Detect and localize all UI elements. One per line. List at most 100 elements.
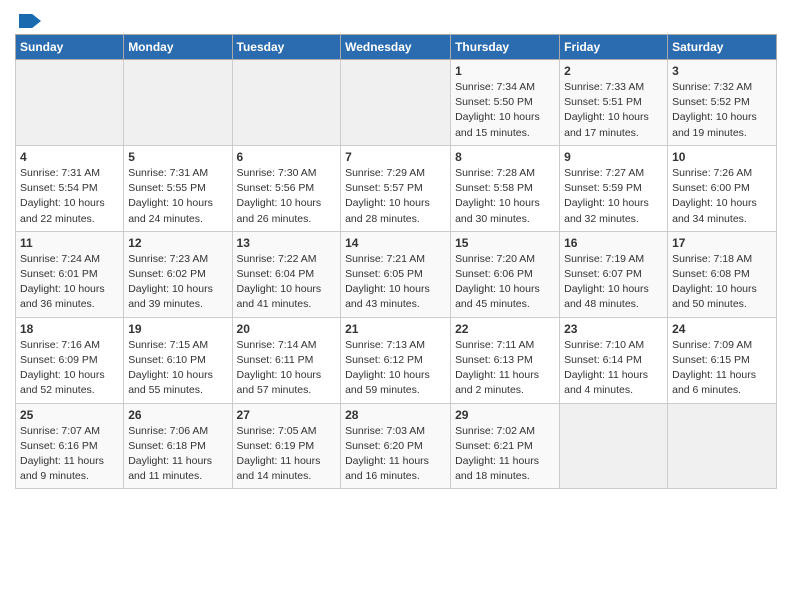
day-info: Sunrise: 7:06 AM Sunset: 6:18 PM Dayligh… (128, 424, 227, 485)
day-info: Sunrise: 7:24 AM Sunset: 6:01 PM Dayligh… (20, 252, 119, 313)
day-info: Sunrise: 7:33 AM Sunset: 5:51 PM Dayligh… (564, 80, 663, 141)
day-number: 6 (237, 150, 337, 164)
calendar-cell: 13 Sunrise: 7:22 AM Sunset: 6:04 PM Dayli… (232, 231, 341, 317)
day-number: 26 (128, 408, 227, 422)
calendar-cell: 25 Sunrise: 7:07 AM Sunset: 6:16 PM Dayli… (16, 403, 124, 489)
calendar-week-row: 18 Sunrise: 7:16 AM Sunset: 6:09 PM Dayli… (16, 317, 777, 403)
calendar-cell: 20Sunrise: 7:14 AM Sunset: 6:11 PM Dayli… (232, 317, 341, 403)
day-info: Sunrise: 7:34 AM Sunset: 5:50 PM Dayligh… (455, 80, 555, 141)
logo (15, 14, 41, 28)
day-header-tuesday: Tuesday (232, 35, 341, 60)
calendar-week-row: 25 Sunrise: 7:07 AM Sunset: 6:16 PM Dayli… (16, 403, 777, 489)
calendar-cell: 9 Sunrise: 7:27 AM Sunset: 5:59 PM Daylig… (560, 145, 668, 231)
day-number: 4 (20, 150, 119, 164)
calendar-cell: 29 Sunrise: 7:02 AM Sunset: 6:21 PM Dayli… (451, 403, 560, 489)
day-info: Sunrise: 7:03 AM Sunset: 6:20 PM Dayligh… (345, 424, 446, 485)
calendar-cell: 17 Sunrise: 7:18 AM Sunset: 6:08 PM Dayli… (668, 231, 777, 317)
day-number: 17 (672, 236, 772, 250)
calendar-cell: 27Sunrise: 7:05 AM Sunset: 6:19 PM Dayli… (232, 403, 341, 489)
day-number: 28 (345, 408, 446, 422)
day-number: 18 (20, 322, 119, 336)
day-info: Sunrise: 7:27 AM Sunset: 5:59 PM Dayligh… (564, 166, 663, 227)
day-number: 19 (128, 322, 227, 336)
day-number: 7 (345, 150, 446, 164)
day-number: 9 (564, 150, 663, 164)
calendar-cell: 19 Sunrise: 7:15 AM Sunset: 6:10 PM Dayli… (124, 317, 232, 403)
calendar-table: SundayMondayTuesdayWednesdayThursdayFrid… (15, 34, 777, 489)
day-info: Sunrise: 7:07 AM Sunset: 6:16 PM Dayligh… (20, 424, 119, 485)
calendar-cell (16, 60, 124, 146)
day-number: 15 (455, 236, 555, 250)
calendar-cell: 14 Sunrise: 7:21 AM Sunset: 6:05 PM Dayli… (341, 231, 451, 317)
calendar-cell (668, 403, 777, 489)
day-number: 3 (672, 64, 772, 78)
calendar-cell (232, 60, 341, 146)
calendar-week-row: 4 Sunrise: 7:31 AM Sunset: 5:54 PM Daylig… (16, 145, 777, 231)
day-info: Sunrise: 7:18 AM Sunset: 6:08 PM Dayligh… (672, 252, 772, 313)
calendar-cell: 23 Sunrise: 7:10 AM Sunset: 6:14 PM Dayli… (560, 317, 668, 403)
calendar-cell: 8 Sunrise: 7:28 AM Sunset: 5:58 PM Daylig… (451, 145, 560, 231)
calendar-cell: 21 Sunrise: 7:13 AM Sunset: 6:12 PM Dayli… (341, 317, 451, 403)
day-header-friday: Friday (560, 35, 668, 60)
day-number: 14 (345, 236, 446, 250)
calendar-cell: 26 Sunrise: 7:06 AM Sunset: 6:18 PM Dayli… (124, 403, 232, 489)
day-number: 5 (128, 150, 227, 164)
calendar-cell: 11 Sunrise: 7:24 AM Sunset: 6:01 PM Dayli… (16, 231, 124, 317)
day-info: Sunrise: 7:09 AM Sunset: 6:15 PM Dayligh… (672, 338, 772, 399)
calendar-cell: 18 Sunrise: 7:16 AM Sunset: 6:09 PM Dayli… (16, 317, 124, 403)
day-info: Sunrise: 7:32 AM Sunset: 5:52 PM Dayligh… (672, 80, 772, 141)
day-number: 10 (672, 150, 772, 164)
day-number: 25 (20, 408, 119, 422)
day-number: 27 (237, 408, 337, 422)
day-number: 29 (455, 408, 555, 422)
day-info: Sunrise: 7:10 AM Sunset: 6:14 PM Dayligh… (564, 338, 663, 399)
logo-icon (19, 14, 41, 28)
day-info: Sunrise: 7:26 AM Sunset: 6:00 PM Dayligh… (672, 166, 772, 227)
day-info: Sunrise: 7:14 AM Sunset: 6:11 PM Dayligh… (237, 338, 337, 399)
day-info: Sunrise: 7:28 AM Sunset: 5:58 PM Dayligh… (455, 166, 555, 227)
day-info: Sunrise: 7:22 AM Sunset: 6:04 PM Dayligh… (237, 252, 337, 313)
calendar-cell: 2 Sunrise: 7:33 AM Sunset: 5:51 PM Daylig… (560, 60, 668, 146)
day-info: Sunrise: 7:19 AM Sunset: 6:07 PM Dayligh… (564, 252, 663, 313)
day-number: 1 (455, 64, 555, 78)
day-number: 22 (455, 322, 555, 336)
day-info: Sunrise: 7:29 AM Sunset: 5:57 PM Dayligh… (345, 166, 446, 227)
calendar-cell: 12 Sunrise: 7:23 AM Sunset: 6:02 PM Dayli… (124, 231, 232, 317)
calendar-cell: 15 Sunrise: 7:20 AM Sunset: 6:06 PM Dayli… (451, 231, 560, 317)
day-info: Sunrise: 7:31 AM Sunset: 5:54 PM Dayligh… (20, 166, 119, 227)
calendar-cell: 1 Sunrise: 7:34 AM Sunset: 5:50 PM Daylig… (451, 60, 560, 146)
day-number: 11 (20, 236, 119, 250)
day-info: Sunrise: 7:15 AM Sunset: 6:10 PM Dayligh… (128, 338, 227, 399)
day-number: 12 (128, 236, 227, 250)
day-number: 21 (345, 322, 446, 336)
day-header-wednesday: Wednesday (341, 35, 451, 60)
day-header-sunday: Sunday (16, 35, 124, 60)
day-number: 8 (455, 150, 555, 164)
calendar-cell: 22Sunrise: 7:11 AM Sunset: 6:13 PM Dayli… (451, 317, 560, 403)
calendar-cell: 6 Sunrise: 7:30 AM Sunset: 5:56 PM Daylig… (232, 145, 341, 231)
day-info: Sunrise: 7:02 AM Sunset: 6:21 PM Dayligh… (455, 424, 555, 485)
calendar-cell (124, 60, 232, 146)
day-header-thursday: Thursday (451, 35, 560, 60)
calendar-cell (560, 403, 668, 489)
day-header-saturday: Saturday (668, 35, 777, 60)
calendar-cell: 7 Sunrise: 7:29 AM Sunset: 5:57 PM Daylig… (341, 145, 451, 231)
calendar-cell: 5Sunrise: 7:31 AM Sunset: 5:55 PM Daylig… (124, 145, 232, 231)
day-number: 2 (564, 64, 663, 78)
day-number: 24 (672, 322, 772, 336)
calendar-week-row: 1 Sunrise: 7:34 AM Sunset: 5:50 PM Daylig… (16, 60, 777, 146)
day-info: Sunrise: 7:13 AM Sunset: 6:12 PM Dayligh… (345, 338, 446, 399)
day-number: 23 (564, 322, 663, 336)
day-info: Sunrise: 7:30 AM Sunset: 5:56 PM Dayligh… (237, 166, 337, 227)
calendar-cell: 24 Sunrise: 7:09 AM Sunset: 6:15 PM Dayli… (668, 317, 777, 403)
calendar-cell (341, 60, 451, 146)
day-number: 13 (237, 236, 337, 250)
day-header-monday: Monday (124, 35, 232, 60)
calendar-header-row: SundayMondayTuesdayWednesdayThursdayFrid… (16, 35, 777, 60)
day-info: Sunrise: 7:20 AM Sunset: 6:06 PM Dayligh… (455, 252, 555, 313)
calendar-cell: 16 Sunrise: 7:19 AM Sunset: 6:07 PM Dayli… (560, 231, 668, 317)
day-number: 16 (564, 236, 663, 250)
day-info: Sunrise: 7:16 AM Sunset: 6:09 PM Dayligh… (20, 338, 119, 399)
day-info: Sunrise: 7:21 AM Sunset: 6:05 PM Dayligh… (345, 252, 446, 313)
day-info: Sunrise: 7:23 AM Sunset: 6:02 PM Dayligh… (128, 252, 227, 313)
